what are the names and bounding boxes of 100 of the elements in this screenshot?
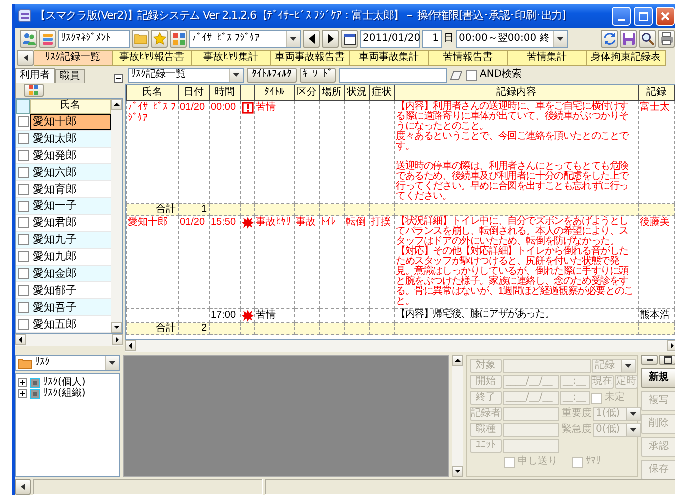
keyword-button[interactable]: ｷｰﾜｰﾄﾞ <box>300 68 336 83</box>
tab[interactable]: 車両事故集計 <box>350 50 429 66</box>
column-header[interactable]: 氏名 <box>126 84 178 101</box>
resident-name[interactable]: 愛知太郎 <box>30 130 111 147</box>
expand-icon[interactable] <box>18 389 27 398</box>
scrollbar[interactable] <box>15 334 123 346</box>
checkbox[interactable] <box>18 234 29 246</box>
resident-name[interactable]: 愛知郁子 <box>30 282 111 298</box>
title-filter-button[interactable]: ﾀｲﾄﾙﾌｨﾙﾀ <box>247 68 297 83</box>
column-header[interactable]: 症状 <box>370 84 394 101</box>
column-header[interactable]: 記録 <box>638 84 674 101</box>
resident-name[interactable]: 愛知九郎 <box>30 248 111 265</box>
resident-name[interactable]: 愛知君郎 <box>30 215 111 231</box>
checkbox[interactable] <box>18 116 29 128</box>
search-button[interactable] <box>639 30 656 48</box>
list-row[interactable]: 愛知九郎 <box>16 248 111 266</box>
column-header[interactable]: 時間 <box>210 84 240 101</box>
tab[interactable]: 身体拘束記録表 <box>587 50 666 66</box>
scroll-left-button[interactable] <box>15 479 31 495</box>
new-button[interactable]: 新規 <box>641 368 675 388</box>
checkbox[interactable] <box>18 184 29 195</box>
resident-name[interactable]: 愛知六郎 <box>30 164 111 180</box>
resident-name[interactable]: 愛知九子 <box>30 232 111 248</box>
print-button[interactable] <box>658 30 675 48</box>
list-row[interactable]: 愛知金郎 <box>16 266 111 282</box>
list-row[interactable]: 愛知吾子 <box>16 299 111 316</box>
calendar-button[interactable] <box>341 30 358 48</box>
tab[interactable]: 苦情報告書 <box>429 50 508 66</box>
and-search-label[interactable]: AND検索 <box>480 68 522 83</box>
list-row[interactable]: 愛知育郎 <box>16 181 111 198</box>
eraser-icon[interactable] <box>450 70 463 80</box>
scrollbar[interactable] <box>125 340 675 352</box>
resident-name[interactable]: 愛知十郎 <box>30 114 111 130</box>
checkbox[interactable] <box>18 166 29 178</box>
expand-icon[interactable] <box>18 378 27 387</box>
category-dropdown[interactable]: ﾘｽｸ <box>15 355 120 371</box>
checkbox[interactable] <box>18 133 29 144</box>
scrollbar[interactable] <box>452 355 463 477</box>
scroll-tabs-button[interactable] <box>17 50 34 66</box>
panel-tab[interactable]: 職員 <box>55 69 85 83</box>
date-field[interactable]: 2011/01/20 <box>360 30 420 48</box>
tab[interactable]: 車両事故報告書 <box>271 50 350 66</box>
column-header[interactable]: 日付 <box>178 84 210 101</box>
tree-item[interactable]: ﾘｽｸ(組織) <box>43 388 86 400</box>
checkbox[interactable] <box>466 70 477 81</box>
maximize-button[interactable] <box>634 6 653 26</box>
scrollbar[interactable] <box>111 99 122 333</box>
list-row[interactable]: 愛知郁子 <box>16 282 111 300</box>
list-row[interactable]: 愛知六郎 <box>16 164 111 182</box>
close-button[interactable] <box>656 6 675 26</box>
checkbox[interactable] <box>18 150 29 161</box>
resident-name[interactable]: 愛知金郎 <box>30 266 111 282</box>
refresh-button[interactable] <box>601 30 618 48</box>
checkbox[interactable] <box>18 251 29 262</box>
days-field[interactable]: 1 <box>422 30 442 48</box>
column-header[interactable]: ﾀｲﾄﾙ <box>254 84 294 101</box>
panel-tab[interactable]: 利用者 <box>15 68 55 83</box>
column-header[interactable]: 記録内容 <box>394 84 638 101</box>
list-row[interactable]: 愛知一子 <box>16 198 111 216</box>
column-header[interactable]: 場所 <box>320 84 344 101</box>
table-row[interactable] <box>126 216 674 309</box>
facility-dropdown[interactable]: ﾃﾞｲｻｰﾋﾞｽ ﾌｼﾞｹｱ <box>189 30 301 48</box>
column-header[interactable]: 氏名 <box>30 99 111 114</box>
resident-name[interactable]: 愛知発郎 <box>30 148 111 164</box>
tab[interactable]: 事故ﾋﾔﾘ集計 <box>192 50 271 66</box>
list-row[interactable]: 愛知五郎 <box>16 316 111 334</box>
tab[interactable]: 苦情集計 <box>508 50 587 66</box>
checkbox[interactable] <box>18 268 29 280</box>
list-row[interactable]: 愛知九子 <box>16 232 111 249</box>
tab[interactable]: 事故ﾋﾔﾘ報告書 <box>113 50 192 66</box>
keyword-field[interactable] <box>339 68 447 83</box>
checkbox[interactable] <box>18 318 29 330</box>
resident-name[interactable]: 愛知一子 <box>30 198 111 214</box>
resident-name[interactable]: 愛知五郎 <box>30 316 111 332</box>
next-button[interactable] <box>322 30 339 48</box>
minimize-button[interactable] <box>612 6 631 26</box>
tiles-button[interactable] <box>170 30 187 48</box>
list-row[interactable]: 愛知君郎 <box>16 215 111 232</box>
list-row[interactable]: 愛知太郎 <box>16 130 111 148</box>
panel-maximize-button[interactable] <box>659 355 675 365</box>
panel-minimize-button[interactable] <box>641 355 658 365</box>
collapse-icon[interactable] <box>114 74 123 83</box>
group-field[interactable]: ﾘｽｸﾏﾈｼﾞﾒﾝﾄ <box>58 30 130 48</box>
column-header[interactable]: 区分 <box>294 84 320 101</box>
favorite-button[interactable] <box>151 30 168 48</box>
view-dropdown[interactable]: ﾘｽｸ記録一覧 <box>128 68 244 83</box>
resident-name[interactable]: 愛知吾子 <box>30 299 111 316</box>
folder-button[interactable] <box>132 30 149 48</box>
list-row[interactable]: 愛知発郎 <box>16 148 111 164</box>
tree-item[interactable]: ﾘｽｸ(個人) <box>43 376 86 388</box>
save-button[interactable] <box>620 30 637 48</box>
people-button[interactable] <box>20 30 37 48</box>
tiles-button[interactable] <box>24 84 44 97</box>
resident-name[interactable]: 愛知育郎 <box>30 181 111 198</box>
column-header[interactable]: 状況 <box>344 84 370 101</box>
time-range-dropdown[interactable]: 00:00～翌00:00 終 <box>456 30 568 48</box>
tab[interactable]: ﾘｽｸ記録一覧 <box>34 50 113 66</box>
layers-button[interactable] <box>39 30 56 48</box>
list-row[interactable]: 愛知十郎 <box>16 114 111 131</box>
checkbox[interactable] <box>18 200 29 212</box>
